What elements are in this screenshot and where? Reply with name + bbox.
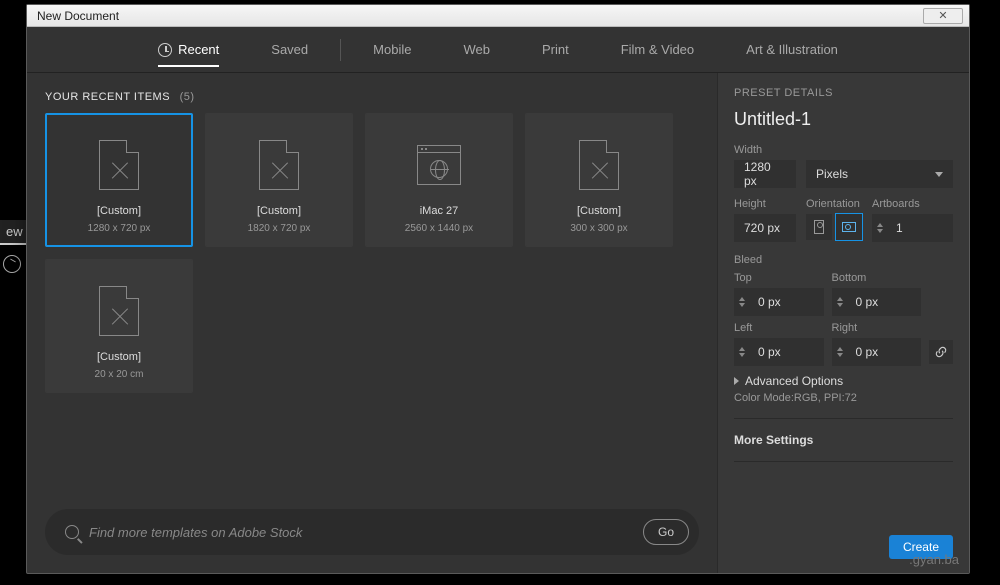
- preset-title: [Custom]: [97, 205, 141, 217]
- custom-doc-icon: [579, 140, 619, 190]
- preset-size: 300 x 300 px: [570, 223, 627, 234]
- height-input[interactable]: 720 px: [734, 214, 796, 242]
- tab-label: Art & Illustration: [746, 42, 838, 57]
- bleed-top-input[interactable]: 0 px: [734, 288, 824, 316]
- landscape-icon: [842, 222, 856, 232]
- tab-label: Recent: [178, 42, 219, 57]
- more-settings-button[interactable]: More Settings: [734, 433, 953, 447]
- tab-recent[interactable]: Recent: [132, 27, 245, 73]
- bleed-left-value: 0 px: [750, 345, 789, 359]
- search-icon: [65, 525, 79, 539]
- orientation-portrait-button[interactable]: [806, 214, 832, 240]
- preset-size: 1280 x 720 px: [88, 223, 151, 234]
- bleed-right-input[interactable]: 0 px: [832, 338, 922, 366]
- tab-film-video[interactable]: Film & Video: [595, 27, 720, 73]
- tab-mobile[interactable]: Mobile: [347, 27, 437, 73]
- create-button[interactable]: Create: [889, 535, 953, 559]
- custom-doc-icon: [99, 286, 139, 336]
- search-go-button[interactable]: Go: [643, 519, 689, 545]
- link-icon: [934, 345, 948, 359]
- custom-doc-icon: [99, 140, 139, 190]
- tab-label: Web: [463, 42, 490, 57]
- height-label: Height: [734, 198, 796, 210]
- close-icon: ✕: [938, 9, 947, 22]
- tab-web[interactable]: Web: [437, 27, 516, 73]
- clock-icon: [158, 43, 172, 57]
- bleed-left-input[interactable]: 0 px: [734, 338, 824, 366]
- width-label: Width: [734, 144, 953, 156]
- tab-art-illustration[interactable]: Art & Illustration: [720, 27, 864, 73]
- artboards-value: 1: [888, 221, 911, 235]
- category-tabs: Recent Saved Mobile Web Print Film & Vid…: [27, 27, 969, 73]
- preset-title: [Custom]: [97, 351, 141, 363]
- preset-card[interactable]: [Custom] 1820 x 720 px: [205, 113, 353, 247]
- tab-label: Print: [542, 42, 569, 57]
- stepper-arrows-icon[interactable]: [872, 223, 888, 233]
- tab-print[interactable]: Print: [516, 27, 595, 73]
- preset-card[interactable]: iMac 27 2560 x 1440 px: [365, 113, 513, 247]
- preset-size: 1820 x 720 px: [248, 223, 311, 234]
- preset-size: 2560 x 1440 px: [405, 223, 473, 234]
- units-select[interactable]: Pixels: [806, 160, 953, 188]
- preset-title: [Custom]: [257, 205, 301, 217]
- advanced-options-toggle[interactable]: Advanced Options: [734, 374, 953, 388]
- tab-label: Film & Video: [621, 42, 694, 57]
- bleed-left-label: Left: [734, 322, 824, 334]
- bleed-label: Bleed: [734, 254, 953, 266]
- preset-size: 20 x 20 cm: [95, 369, 144, 380]
- window-close-button[interactable]: ✕: [923, 8, 963, 24]
- background-label: ew: [0, 220, 29, 245]
- tab-label: Saved: [271, 42, 308, 57]
- custom-doc-icon: [259, 140, 299, 190]
- recent-heading: YOUR RECENT ITEMS (5): [45, 91, 699, 103]
- artboards-label: Artboards: [872, 198, 953, 210]
- preset-grid: [Custom] 1280 x 720 px [Custom] 1820 x 7…: [45, 113, 699, 393]
- background-tool-icon: [3, 255, 21, 273]
- preset-details-title: PRESET DETAILS: [734, 87, 953, 99]
- divider: [734, 418, 953, 419]
- bleed-right-value: 0 px: [848, 345, 887, 359]
- bleed-top-value: 0 px: [750, 295, 789, 309]
- width-input[interactable]: 1280 px: [734, 160, 796, 188]
- bleed-bottom-label: Bottom: [832, 272, 922, 284]
- preset-card[interactable]: [Custom] 300 x 300 px: [525, 113, 673, 247]
- preset-details-panel: PRESET DETAILS Untitled-1 Width 1280 px …: [717, 73, 969, 573]
- bleed-right-label: Right: [832, 322, 922, 334]
- template-search[interactable]: Find more templates on Adobe Stock Go: [45, 509, 699, 555]
- bleed-bottom-input[interactable]: 0 px: [832, 288, 922, 316]
- portrait-icon: [814, 220, 824, 234]
- chevron-down-icon: [935, 172, 943, 177]
- tab-separator: [340, 39, 341, 61]
- chevron-right-icon: [734, 377, 739, 385]
- document-name-input[interactable]: Untitled-1: [734, 109, 953, 130]
- units-value: Pixels: [816, 167, 848, 181]
- orientation-label: Orientation: [806, 198, 862, 210]
- window-title: New Document: [37, 9, 119, 23]
- color-mode-summary: Color Mode:RGB, PPI:72: [734, 392, 953, 404]
- bleed-top-label: Top: [734, 272, 824, 284]
- tab-label: Mobile: [373, 42, 411, 57]
- preset-title: iMac 27: [420, 205, 459, 217]
- presets-panel: YOUR RECENT ITEMS (5) [Custom] 1280 x 72…: [27, 73, 717, 573]
- divider: [734, 461, 953, 462]
- tab-saved[interactable]: Saved: [245, 27, 334, 73]
- preset-card[interactable]: [Custom] 20 x 20 cm: [45, 259, 193, 393]
- orientation-landscape-button[interactable]: [836, 214, 862, 240]
- preset-title: [Custom]: [577, 205, 621, 217]
- titlebar: New Document ✕: [27, 5, 969, 27]
- recent-count: (5): [180, 91, 195, 103]
- new-document-dialog: New Document ✕ Recent Saved Mobile Web P…: [26, 4, 970, 574]
- artboards-stepper[interactable]: 1: [872, 214, 953, 242]
- preset-card[interactable]: [Custom] 1280 x 720 px: [45, 113, 193, 247]
- bleed-bottom-value: 0 px: [848, 295, 887, 309]
- link-bleed-button[interactable]: [929, 340, 953, 364]
- search-placeholder: Find more templates on Adobe Stock: [89, 525, 633, 540]
- web-preset-icon: [417, 145, 461, 185]
- recent-heading-text: YOUR RECENT ITEMS: [45, 91, 170, 103]
- advanced-label: Advanced Options: [745, 374, 843, 388]
